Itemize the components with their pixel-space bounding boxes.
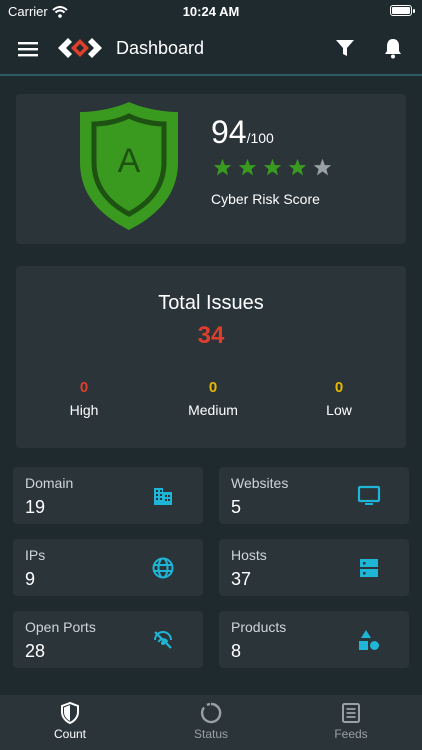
tile-value: 37	[231, 569, 252, 589]
risk-score-card: A 94/100 Cyber Risk Score	[16, 94, 406, 244]
grade-letter: A	[118, 142, 141, 180]
star-icon	[238, 158, 257, 176]
issues-title: Total Issues	[158, 292, 264, 314]
total-issues-card[interactable]: Total Issues 34 0 High 0 Medium 0 Low	[16, 266, 406, 448]
low-count: 0	[334, 379, 344, 396]
status-bar: Carrier 10:24 AM	[0, 0, 422, 22]
severity-low[interactable]: 0 Low	[289, 379, 389, 418]
building-icon	[154, 488, 172, 505]
star-icon	[288, 158, 307, 176]
tab-feeds-label: Feeds	[334, 727, 368, 741]
tab-feeds[interactable]: Feeds	[311, 701, 391, 741]
tab-bar: Count Status Feeds	[0, 695, 422, 750]
star-empty-icon	[313, 158, 332, 176]
menu-icon[interactable]	[16, 37, 40, 61]
star-icon	[213, 158, 232, 176]
tile-label: Open Ports	[25, 619, 96, 635]
shield-grade-icon: A	[80, 102, 178, 230]
tile-value: 19	[25, 497, 46, 517]
star-rating	[213, 158, 332, 177]
app-logo-icon	[58, 38, 102, 58]
high-label: High	[69, 402, 99, 418]
status-ring-icon	[200, 702, 222, 724]
tile-value: 9	[25, 569, 36, 589]
medium-count: 0	[208, 379, 218, 396]
battery-icon	[390, 5, 415, 16]
monitor-icon	[357, 485, 381, 505]
shapes-icon	[359, 630, 379, 650]
tile-label: Products	[231, 619, 287, 635]
low-label: Low	[326, 402, 352, 418]
tile-products[interactable]: Products 8	[219, 611, 409, 668]
tile-value: 5	[231, 497, 242, 517]
tile-websites[interactable]: Websites 5	[219, 467, 409, 524]
tab-status[interactable]: Status	[171, 701, 251, 741]
tile-domain[interactable]: Domain 19	[13, 467, 203, 524]
severity-medium[interactable]: 0 Medium	[163, 379, 263, 418]
server-icon	[360, 559, 378, 577]
shield-tab-icon	[61, 701, 79, 725]
tile-label: Hosts	[231, 547, 267, 563]
high-count: 0	[79, 379, 89, 396]
score-number: 94	[211, 114, 247, 150]
page-title: Dashboard	[116, 38, 205, 58]
feed-list-icon	[342, 703, 360, 723]
issues-total: 34	[197, 322, 225, 349]
tile-label: Domain	[25, 475, 74, 491]
tile-label: IPs	[25, 547, 46, 563]
tab-count-label: Count	[53, 727, 87, 741]
tile-ips[interactable]: IPs 9	[13, 539, 203, 596]
severity-high[interactable]: 0 High	[34, 379, 134, 418]
filter-icon[interactable]	[333, 36, 357, 60]
tile-open-ports[interactable]: Open Ports 28	[13, 611, 203, 668]
star-icon	[263, 158, 282, 176]
tile-value: 8	[231, 641, 242, 661]
globe-icon	[152, 557, 174, 579]
tile-value: 28	[25, 641, 46, 661]
score-label: Cyber Risk Score	[211, 191, 320, 207]
port-off-icon	[154, 631, 172, 649]
tile-label: Websites	[231, 475, 289, 491]
tab-status-label: Status	[193, 727, 229, 741]
nav-bar: Dashboard	[0, 22, 422, 76]
bell-icon[interactable]	[381, 36, 405, 60]
tab-count[interactable]: Count	[30, 701, 110, 741]
clock: 10:24 AM	[182, 4, 240, 19]
medium-label: Medium	[188, 402, 238, 418]
score-value: 94/100	[211, 114, 274, 151]
tile-hosts[interactable]: Hosts 37	[219, 539, 409, 596]
score-denominator: /100	[246, 130, 274, 146]
